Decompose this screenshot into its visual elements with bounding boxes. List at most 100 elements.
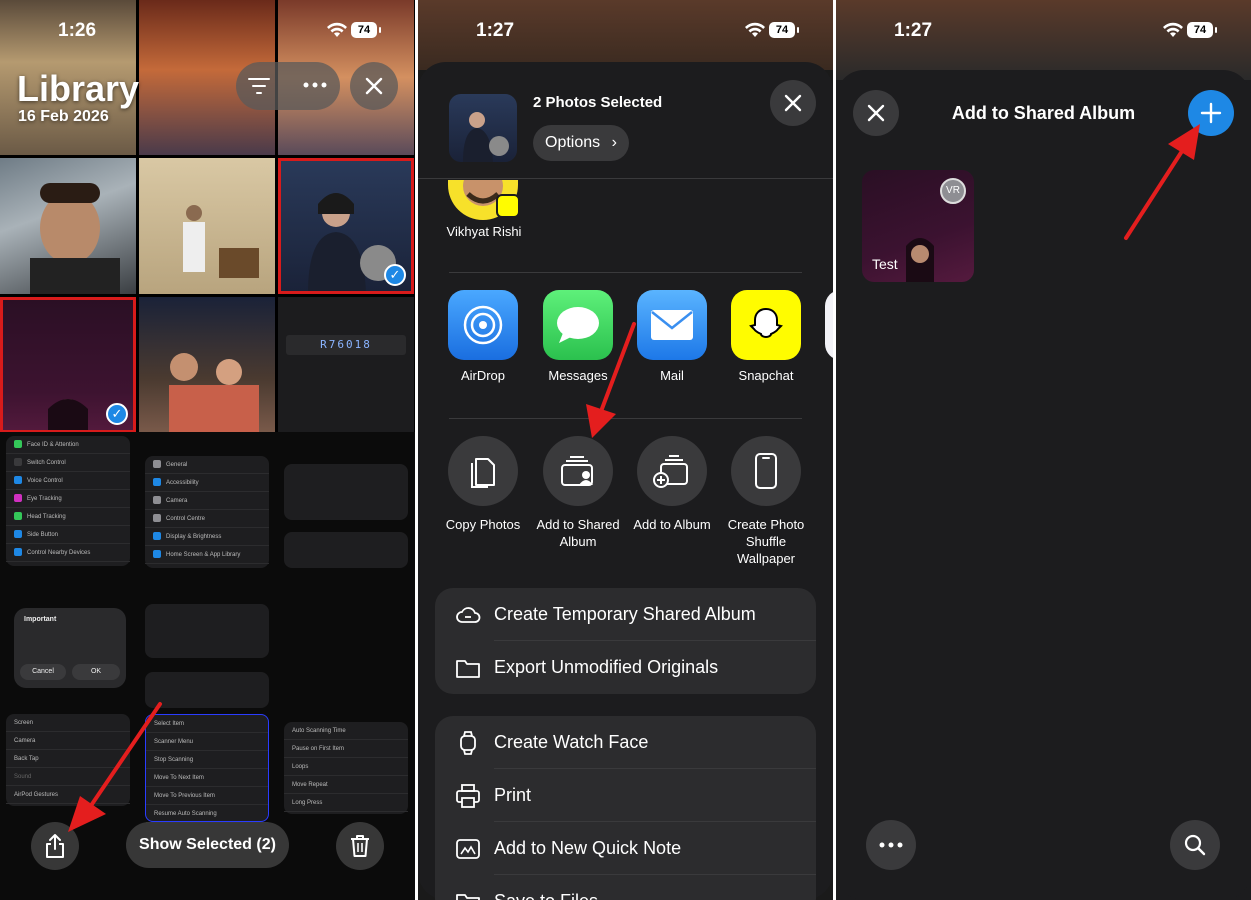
shared-album-icon	[543, 436, 613, 506]
action-label: Copy Photos	[445, 517, 521, 532]
dialog-cancel-button[interactable]: Cancel	[20, 664, 66, 680]
share-button[interactable]	[31, 822, 79, 870]
printer-icon	[456, 784, 480, 808]
close-button[interactable]	[770, 80, 816, 126]
divider	[418, 178, 833, 179]
save-to-files-item[interactable]: Save to Files	[435, 875, 816, 900]
avatar: VR	[940, 178, 966, 204]
photo-thumbnail[interactable]	[0, 158, 136, 294]
next-app-icon[interactable]	[825, 290, 833, 360]
toolbar-pill	[236, 62, 340, 110]
add-album-icon	[637, 436, 707, 506]
add-to-shared-album-action[interactable]: Add to Shared Album	[530, 436, 626, 550]
selfie-illustration	[30, 183, 120, 294]
photo-thumbnail[interactable]	[139, 297, 275, 433]
photo-shuffle-wallpaper-action[interactable]: Create Photo Shuffle Wallpaper	[718, 436, 814, 567]
settings-card: Auto Scanning Time Pause on First Item L…	[284, 722, 408, 814]
create-temporary-shared-album-item[interactable]: Create Temporary Shared Album	[435, 588, 816, 641]
settings-row: Control Nearby Devices	[6, 544, 130, 562]
battery-icon: 74	[351, 22, 381, 38]
status-time: 1:27	[894, 20, 933, 41]
settings-row: Side Button	[6, 526, 130, 544]
wifi-icon	[327, 22, 347, 37]
settings-row: Resume Auto Scanning	[146, 805, 268, 823]
create-watch-face-item[interactable]: Create Watch Face	[435, 716, 816, 769]
man-with-dog-illustration	[463, 112, 509, 162]
group-selfie-illustration	[169, 353, 259, 433]
status-time: 1:26	[58, 20, 97, 41]
settings-row: AirPod Gestures	[6, 786, 130, 804]
action-label: Add to Shared Album	[536, 517, 620, 549]
settings-row: Face ID & Attention	[6, 436, 130, 454]
settings-row: Control Centre	[145, 510, 269, 528]
add-album-button[interactable]	[1188, 90, 1234, 136]
screenshot-stage: 1:26 74 ✓ ✓ R76018 Library 16 Feb 2026 F…	[0, 0, 1251, 900]
code-display: R76018	[286, 335, 406, 355]
watch-icon	[460, 731, 476, 755]
selected-photo-thumbnail[interactable]: ✓	[278, 158, 414, 294]
close-button[interactable]	[350, 62, 398, 110]
plus-icon	[1200, 102, 1222, 124]
status-bar: 1:27 74	[418, 0, 833, 60]
snapchat-icon	[731, 290, 801, 360]
settings-card	[284, 464, 408, 520]
close-button[interactable]	[853, 90, 899, 136]
menu-group: Create Watch Face Print Add to New Quick…	[435, 716, 816, 900]
app-label: AirDrop	[460, 368, 506, 383]
copy-icon	[448, 436, 518, 506]
app-snapchat[interactable]: Snapchat	[726, 290, 806, 383]
settings-row: Sound	[6, 768, 130, 786]
divider	[449, 272, 802, 273]
dialog-ok-button[interactable]: OK	[72, 664, 120, 680]
settings-row: Switch Control	[6, 454, 130, 472]
search-button[interactable]	[1170, 820, 1220, 870]
add-to-album-action[interactable]: Add to Album	[624, 436, 720, 533]
share-sheet-panel: 1:27 74 2 Photos Selected Options › Vikh…	[418, 0, 833, 900]
app-airdrop[interactable]: AirDrop	[443, 290, 523, 383]
status-bar: 1:26 74	[0, 0, 415, 60]
add-to-new-quick-note-item[interactable]: Add to New Quick Note	[435, 822, 816, 875]
alert-dialog: Important Cancel OK	[14, 608, 126, 688]
settings-card: Select Item Scanner Menu Stop Scanning M…	[145, 714, 269, 823]
settings-row: Voice Control	[6, 472, 130, 490]
filter-icon[interactable]	[248, 76, 270, 96]
quick-note-icon	[456, 839, 480, 859]
selected-photo-thumbnail[interactable]: ✓	[0, 297, 136, 433]
settings-row: General	[145, 456, 269, 474]
action-label: Add to Album	[633, 517, 711, 532]
settings-row: Move To Next Item	[146, 769, 268, 787]
settings-row: Long Press	[284, 794, 408, 812]
print-item[interactable]: Print	[435, 769, 816, 822]
delete-button[interactable]	[336, 822, 384, 870]
page-title: Library	[17, 68, 140, 109]
more-icon[interactable]	[303, 82, 327, 88]
status-time: 1:27	[476, 20, 515, 41]
mail-icon	[637, 290, 707, 360]
settings-card: Screen Camera Back Tap Sound AirPod Gest…	[6, 714, 130, 806]
options-button[interactable]: Options ›	[533, 125, 629, 161]
app-messages[interactable]: Messages	[538, 290, 618, 383]
messages-icon	[543, 290, 613, 360]
shared-album-tile[interactable]: VR Test	[862, 170, 974, 282]
settings-row: Camera	[145, 492, 269, 510]
divider	[449, 418, 802, 419]
phone-icon	[731, 436, 801, 506]
show-selected-button[interactable]: Show Selected (2)	[126, 822, 289, 868]
copy-photos-action[interactable]: Copy Photos	[435, 436, 531, 533]
settings-row: Scanner Menu	[146, 733, 268, 751]
battery-icon: 74	[1187, 22, 1217, 38]
photo-thumbnail[interactable]: R76018	[278, 297, 414, 433]
wifi-icon	[1163, 22, 1183, 37]
snapchat-badge-icon	[496, 194, 520, 218]
close-icon	[784, 94, 802, 112]
airdrop-icon	[448, 290, 518, 360]
wifi-icon	[745, 22, 765, 37]
export-unmodified-originals-item[interactable]: Export Unmodified Originals	[435, 641, 816, 694]
more-button[interactable]	[866, 820, 916, 870]
photo-thumbnail[interactable]	[139, 158, 275, 294]
app-mail[interactable]: Mail	[632, 290, 712, 383]
chevron-right-icon: ›	[611, 134, 617, 151]
settings-row: Display & Brightness	[145, 528, 269, 546]
app-label: Mail	[660, 368, 684, 383]
person-illustration	[183, 205, 259, 278]
